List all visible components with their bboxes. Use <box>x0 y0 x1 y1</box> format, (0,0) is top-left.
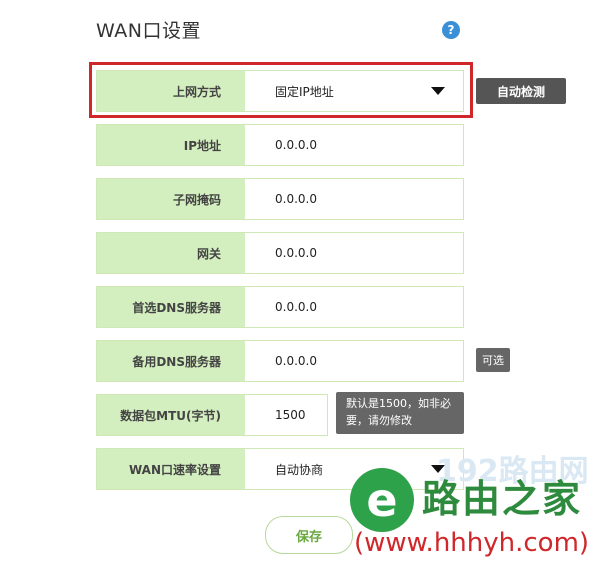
primary-dns-row: 首选DNS服务器 0.0.0.0 <box>96 286 464 328</box>
ip-row: IP地址 0.0.0.0 <box>96 124 464 166</box>
chevron-down-icon[interactable] <box>431 465 445 473</box>
primary-dns-input[interactable]: 0.0.0.0 <box>245 287 463 327</box>
ip-input[interactable]: 0.0.0.0 <box>245 125 463 165</box>
primary-dns-label: 首选DNS服务器 <box>97 287 245 327</box>
optional-badge: 可选 <box>476 348 510 372</box>
mtu-hint-badge: 默认是1500，如非必要，请勿修改 <box>336 392 464 434</box>
wan-speed-label: WAN口速率设置 <box>97 449 245 489</box>
wan-speed-select[interactable]: 自动协商 <box>245 449 463 489</box>
highlight-box <box>89 62 473 118</box>
auto-detect-button[interactable]: 自动检测 <box>476 78 566 104</box>
secondary-dns-label: 备用DNS服务器 <box>97 341 245 381</box>
secondary-dns-input[interactable]: 0.0.0.0 <box>245 341 463 381</box>
save-button[interactable]: 保存 <box>265 516 353 554</box>
wan-speed-row: WAN口速率设置 自动协商 <box>96 448 464 490</box>
secondary-dns-row: 备用DNS服务器 0.0.0.0 <box>96 340 464 382</box>
gateway-row: 网关 0.0.0.0 <box>96 232 464 274</box>
mtu-label: 数据包MTU(字节) <box>97 395 245 435</box>
subnet-input[interactable]: 0.0.0.0 <box>245 179 463 219</box>
gateway-label: 网关 <box>97 233 245 273</box>
gateway-input[interactable]: 0.0.0.0 <box>245 233 463 273</box>
ip-label: IP地址 <box>97 125 245 165</box>
mtu-row: 数据包MTU(字节) 1500 <box>96 394 328 436</box>
wan-speed-value: 自动协商 <box>275 462 324 477</box>
subnet-label: 子网掩码 <box>97 179 245 219</box>
help-icon[interactable]: ? <box>442 21 460 39</box>
page-title: WAN口设置 <box>96 20 201 42</box>
watermark-url: (www.hhhyh.com) <box>354 528 590 558</box>
subnet-row: 子网掩码 0.0.0.0 <box>96 178 464 220</box>
mtu-input[interactable]: 1500 <box>245 395 327 435</box>
